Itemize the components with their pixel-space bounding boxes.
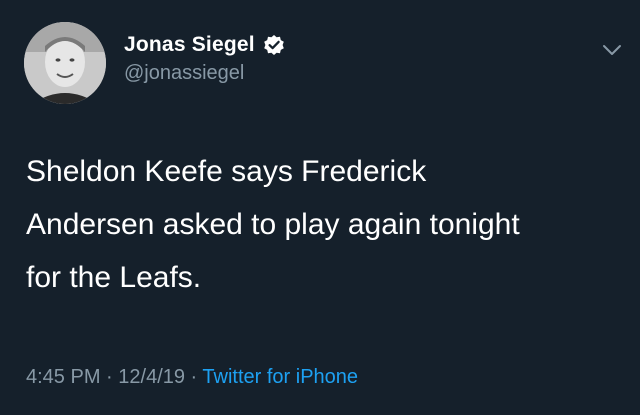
display-name-row: Jonas Siegel — [124, 31, 285, 59]
meta-separator: · — [185, 366, 203, 388]
tweet-text-line: Andersen asked to play again tonight — [26, 208, 520, 241]
tweet-time[interactable]: 4:45 PM — [26, 366, 100, 388]
verified-badge-icon — [263, 34, 285, 56]
tweet-text-line: for the Leafs. — [26, 261, 202, 294]
tweet-text: Sheldon Keefe says Frederick Andersen as… — [26, 145, 616, 304]
display-name[interactable]: Jonas Siegel — [124, 33, 255, 57]
tweet-date[interactable]: 12/4/19 — [118, 366, 185, 388]
tweet-meta: 4:45 PM · 12/4/19 · Twitter for iPhone — [26, 366, 358, 389]
tweet-card: Jonas Siegel @jonassiegel Sheldon Keefe … — [0, 0, 640, 415]
tweet-source-link[interactable]: Twitter for iPhone — [202, 366, 358, 388]
user-handle[interactable]: @jonassiegel — [124, 62, 244, 85]
meta-separator: · — [100, 366, 119, 388]
avatar[interactable] — [24, 22, 106, 104]
tweet-text-line: Sheldon Keefe says Frederick — [26, 155, 427, 188]
chevron-down-icon[interactable] — [600, 40, 624, 60]
avatar-image — [24, 22, 106, 104]
